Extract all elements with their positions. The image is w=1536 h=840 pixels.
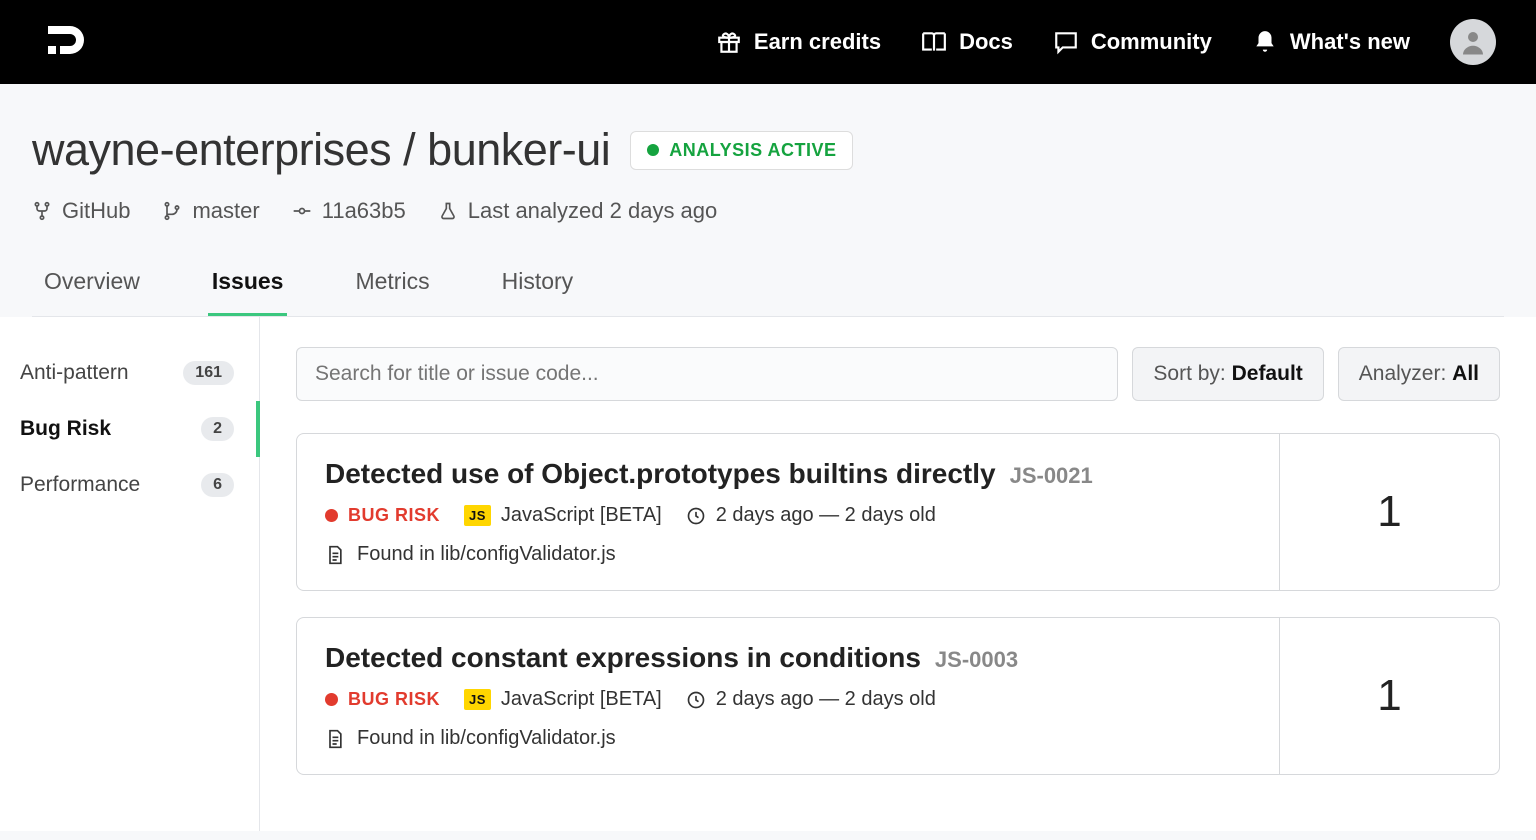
issue-code: JS-0003 <box>935 647 1018 673</box>
sidebar-item-label: Performance <box>20 473 140 497</box>
commit-icon <box>292 201 312 221</box>
logo[interactable] <box>40 18 88 66</box>
sidebar-item-label: Anti-pattern <box>20 361 129 385</box>
meta-value: 11a63b5 <box>322 198 406 224</box>
flask-icon <box>438 201 458 221</box>
meta-value: GitHub <box>62 198 130 224</box>
sidebar: Anti-pattern 161 Bug Risk 2 Performance 6 <box>0 317 260 831</box>
issue-title: Detected use of Object.prototypes builti… <box>325 458 996 490</box>
avatar[interactable] <box>1450 19 1496 65</box>
issue-found-in: Found in lib/configValidator.js <box>325 543 1251 566</box>
issue-body: Detected constant expressions in conditi… <box>297 618 1279 774</box>
issue-count: 1 <box>1279 618 1499 774</box>
issue-language: JSJavaScript [BETA] <box>464 504 662 527</box>
user-icon <box>1458 27 1488 57</box>
nav-label: Docs <box>959 29 1013 55</box>
file-icon <box>325 544 345 566</box>
nav-label: Community <box>1091 29 1212 55</box>
nav-docs[interactable]: Docs <box>921 29 1013 55</box>
sidebar-item-anti-pattern[interactable]: Anti-pattern 161 <box>0 345 260 401</box>
nav-earn-credits[interactable]: Earn credits <box>716 29 881 55</box>
issue-time: 2 days ago — 2 days old <box>686 688 936 711</box>
status-dot-icon <box>647 144 659 156</box>
issue-code: JS-0021 <box>1010 463 1093 489</box>
analyzer-label: Analyzer: <box>1359 362 1452 385</box>
repo-path: wayne-enterprises / bunker-ui <box>32 124 610 176</box>
risk-label: BUG RISK <box>325 689 440 710</box>
status-text: ANALYSIS ACTIVE <box>669 140 836 161</box>
risk-label: BUG RISK <box>325 505 440 526</box>
bell-icon <box>1252 29 1278 55</box>
analyzer-button[interactable]: Analyzer: All <box>1338 347 1500 401</box>
analyzer-value: All <box>1452 362 1479 385</box>
sort-label: Sort by: <box>1153 362 1231 385</box>
issue-card[interactable]: Detected constant expressions in conditi… <box>296 617 1500 775</box>
count-badge: 161 <box>183 361 234 385</box>
toolbar: Sort by: Default Analyzer: All <box>296 347 1500 401</box>
logo-icon <box>40 18 88 66</box>
tab-overview[interactable]: Overview <box>40 268 144 316</box>
chat-icon <box>1053 29 1079 55</box>
issue-count: 1 <box>1279 434 1499 590</box>
js-badge-icon: JS <box>464 505 491 526</box>
topnav: Earn credits Docs Community What's new <box>716 19 1496 65</box>
repo-header: wayne-enterprises / bunker-ui ANALYSIS A… <box>0 84 1536 317</box>
js-badge-icon: JS <box>464 689 491 710</box>
issue-time: 2 days ago — 2 days old <box>686 504 936 527</box>
count-badge: 2 <box>201 417 234 441</box>
nav-label: Earn credits <box>754 29 881 55</box>
nav-label: What's new <box>1290 29 1410 55</box>
issue-found-in: Found in lib/configValidator.js <box>325 727 1251 750</box>
nav-community[interactable]: Community <box>1053 29 1212 55</box>
meta-row: GitHub master 11a63b5 Last analyzed 2 da… <box>32 198 1504 224</box>
meta-last-analyzed: Last analyzed 2 days ago <box>438 198 718 224</box>
tab-issues[interactable]: Issues <box>208 268 288 316</box>
issue-language: JSJavaScript [BETA] <box>464 688 662 711</box>
branch-icon <box>162 201 182 221</box>
main: Sort by: Default Analyzer: All Detected … <box>260 317 1536 831</box>
meta-branch[interactable]: master <box>162 198 259 224</box>
book-icon <box>921 29 947 55</box>
tab-metrics[interactable]: Metrics <box>351 268 433 316</box>
fork-icon <box>32 201 52 221</box>
tabs: Overview Issues Metrics History <box>32 268 1504 317</box>
gift-icon <box>716 29 742 55</box>
meta-provider[interactable]: GitHub <box>32 198 130 224</box>
meta-value: Last analyzed 2 days ago <box>468 198 718 224</box>
sidebar-item-bug-risk[interactable]: Bug Risk 2 <box>0 401 260 457</box>
sidebar-item-performance[interactable]: Performance 6 <box>0 457 260 513</box>
repo-title-row: wayne-enterprises / bunker-ui ANALYSIS A… <box>32 124 1504 176</box>
topbar: Earn credits Docs Community What's new <box>0 0 1536 84</box>
issue-title: Detected constant expressions in conditi… <box>325 642 921 674</box>
issue-card[interactable]: Detected use of Object.prototypes builti… <box>296 433 1500 591</box>
content: Anti-pattern 161 Bug Risk 2 Performance 6 Sor… <box>0 317 1536 831</box>
search-input[interactable] <box>296 347 1118 401</box>
sidebar-item-label: Bug Risk <box>20 417 111 441</box>
file-icon <box>325 728 345 750</box>
nav-whats-new[interactable]: What's new <box>1252 29 1410 55</box>
risk-dot-icon <box>325 693 338 706</box>
status-badge: ANALYSIS ACTIVE <box>630 131 853 170</box>
issue-body: Detected use of Object.prototypes builti… <box>297 434 1279 590</box>
clock-icon <box>686 506 706 526</box>
meta-value: master <box>192 198 259 224</box>
clock-icon <box>686 690 706 710</box>
sort-value: Default <box>1232 362 1303 385</box>
meta-commit[interactable]: 11a63b5 <box>292 198 406 224</box>
sort-button[interactable]: Sort by: Default <box>1132 347 1323 401</box>
tab-history[interactable]: History <box>498 268 578 316</box>
risk-dot-icon <box>325 509 338 522</box>
count-badge: 6 <box>201 473 234 497</box>
